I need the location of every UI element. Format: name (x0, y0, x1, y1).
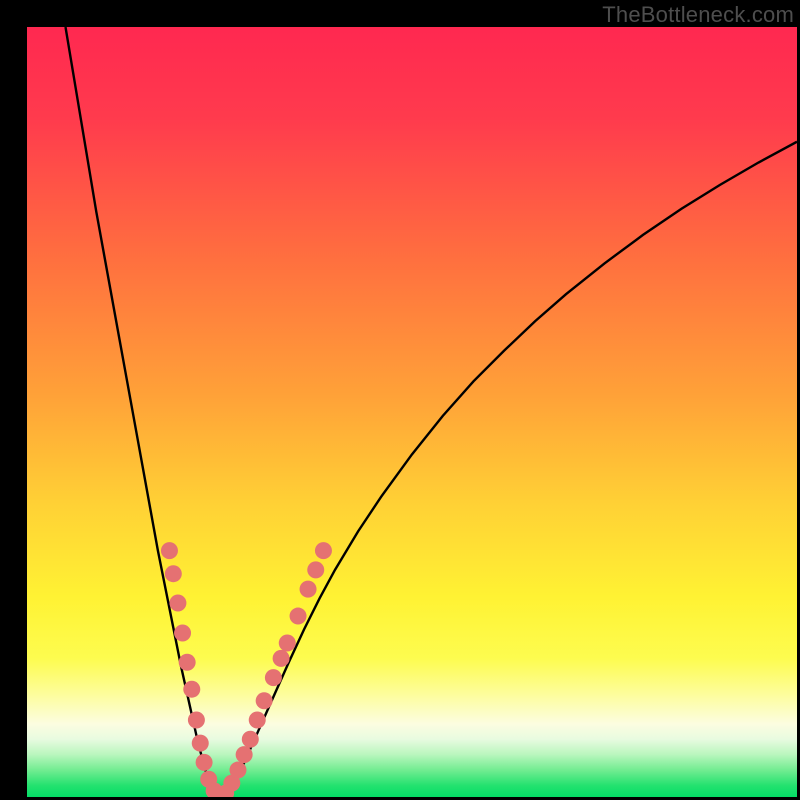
watermark-text: TheBottleneck.com (602, 2, 794, 28)
curve-marker (161, 542, 178, 559)
curve-line (66, 27, 798, 797)
curve-marker (192, 735, 209, 752)
plot-area (27, 27, 797, 797)
curve-marker (242, 731, 259, 748)
curve-marker (307, 561, 324, 578)
curve-marker (165, 565, 182, 582)
curve-marker (300, 581, 317, 598)
curve-marker (236, 746, 253, 763)
bottleneck-curve (27, 27, 797, 797)
curve-markers (161, 542, 332, 797)
curve-marker (256, 692, 273, 709)
curve-marker (290, 608, 307, 625)
curve-marker (174, 624, 191, 641)
chart-frame: TheBottleneck.com (0, 0, 800, 800)
curve-marker (183, 681, 200, 698)
curve-marker (279, 635, 296, 652)
curve-marker (196, 754, 213, 771)
curve-marker (169, 594, 186, 611)
curve-marker (273, 650, 290, 667)
curve-marker (188, 712, 205, 729)
curve-marker (249, 712, 266, 729)
curve-marker (265, 669, 282, 686)
curve-marker (315, 542, 332, 559)
curve-marker (229, 762, 246, 779)
curve-marker (179, 654, 196, 671)
